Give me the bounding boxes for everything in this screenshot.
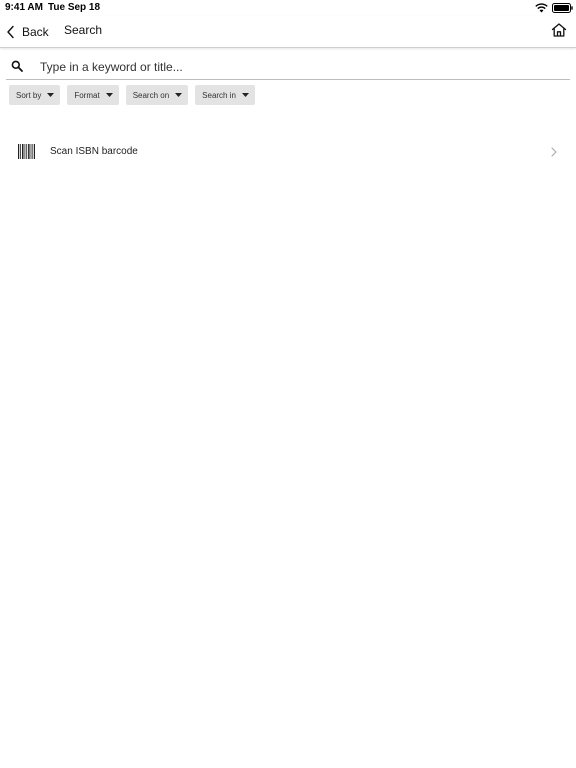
caret-down-icon <box>105 93 113 97</box>
filter-bar: Sort by Format Search on Search in <box>9 85 255 105</box>
wifi-icon <box>535 3 548 13</box>
sort-by-dropdown[interactable]: Sort by <box>9 85 61 105</box>
battery-icon <box>552 3 573 13</box>
format-dropdown[interactable]: Format <box>67 85 119 105</box>
back-label: Back <box>22 25 49 39</box>
search-in-dropdown[interactable]: Search in <box>195 85 255 105</box>
search-bar <box>6 54 570 80</box>
search-on-label: Search on <box>132 90 170 100</box>
home-icon[interactable] <box>551 22 567 38</box>
format-label: Format <box>74 90 100 100</box>
chevron-left-icon <box>7 25 14 39</box>
status-time: 9:41 AM <box>5 2 43 13</box>
chevron-right-icon <box>551 147 557 157</box>
caret-down-icon <box>175 93 183 97</box>
search-on-dropdown[interactable]: Search on <box>125 85 189 105</box>
scan-isbn-label: Scan ISBN barcode <box>50 146 138 157</box>
search-in-label: Search in <box>202 90 236 100</box>
search-input[interactable] <box>40 56 560 78</box>
barcode-icon <box>18 144 35 159</box>
scan-isbn-button[interactable]: Scan ISBN barcode <box>0 138 576 166</box>
caret-down-icon <box>241 93 249 97</box>
search-icon <box>11 60 23 72</box>
page-title: Search <box>64 23 103 37</box>
sort-by-label: Sort by <box>16 90 42 100</box>
status-date: Tue Sep 18 <box>48 2 101 13</box>
status-bar: 9:41 AM Tue Sep 18 <box>0 0 576 16</box>
navigation-bar: Back Search <box>0 16 576 48</box>
back-button[interactable]: Back <box>6 21 49 43</box>
caret-down-icon <box>47 93 55 97</box>
